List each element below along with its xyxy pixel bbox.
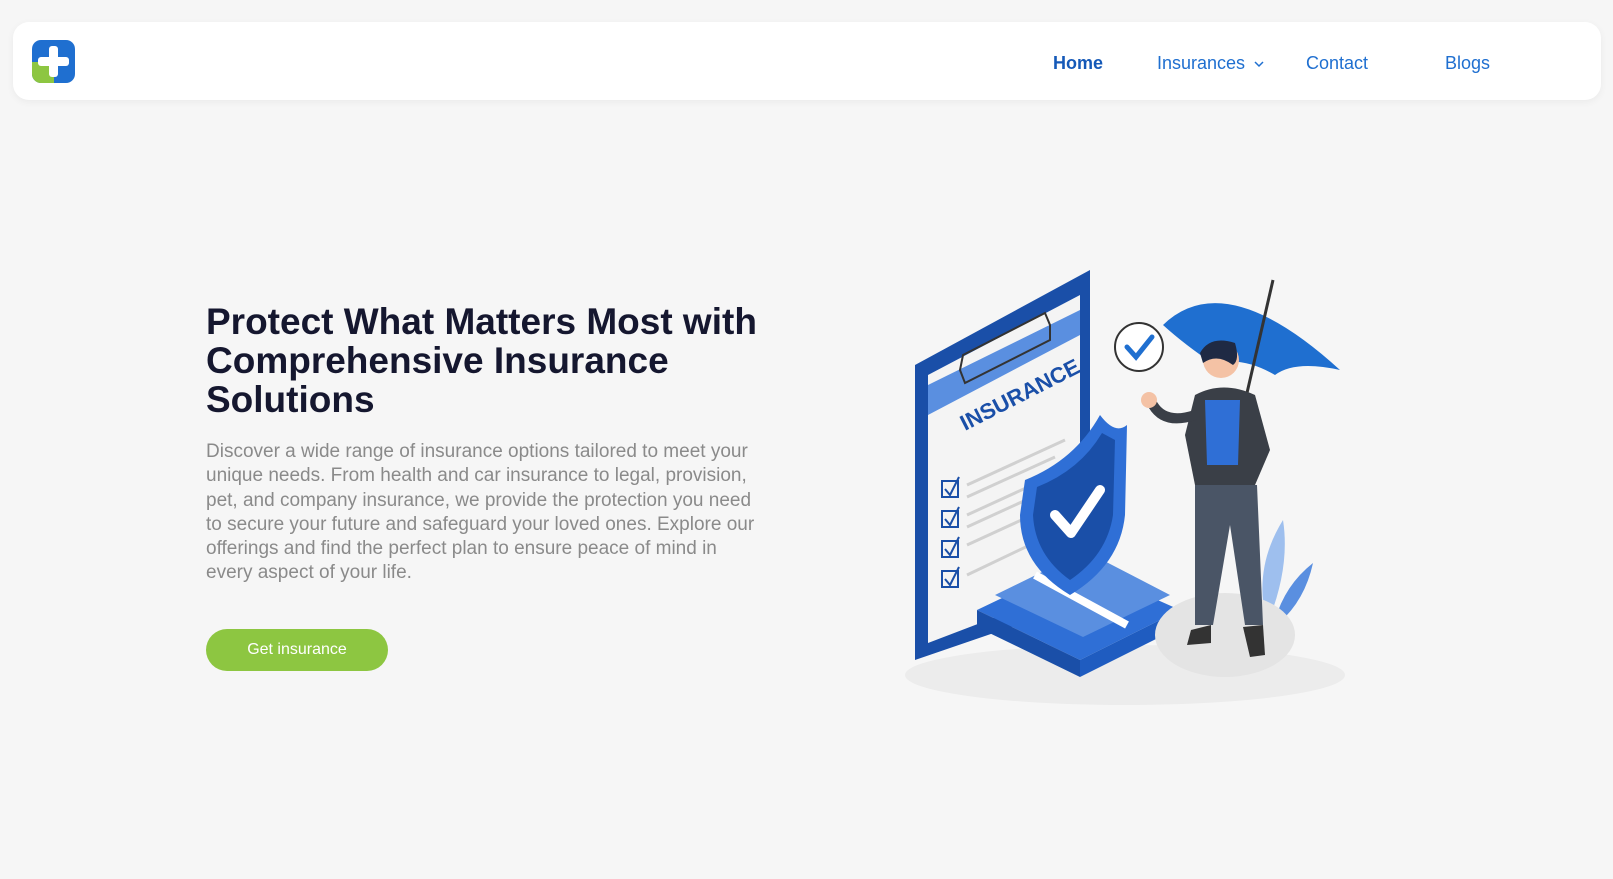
chevron-down-icon xyxy=(1254,61,1264,68)
hero-description: Discover a wide range of insurance optio… xyxy=(206,441,755,584)
nav-insurances[interactable]: Insurances xyxy=(1157,52,1264,74)
nav-insurances-label: Insurances xyxy=(1157,53,1246,73)
nav-contact[interactable]: Contact xyxy=(1306,52,1368,74)
nav-home[interactable]: Home xyxy=(1053,52,1103,74)
person-with-umbrella xyxy=(1141,279,1340,677)
insurance-illustration: INSURANCE xyxy=(905,270,1345,705)
hero-title: Protect What Matters Most with Comprehen… xyxy=(206,301,757,420)
nav-links: Home Insurances Contact Blogs xyxy=(13,22,1601,100)
get-insurance-button[interactable]: Get insurance xyxy=(206,629,388,671)
nav-blogs[interactable]: Blogs xyxy=(1445,52,1490,74)
check-bubble-icon xyxy=(1114,322,1164,372)
top-navbar: Home Insurances Contact Blogs xyxy=(13,22,1601,100)
